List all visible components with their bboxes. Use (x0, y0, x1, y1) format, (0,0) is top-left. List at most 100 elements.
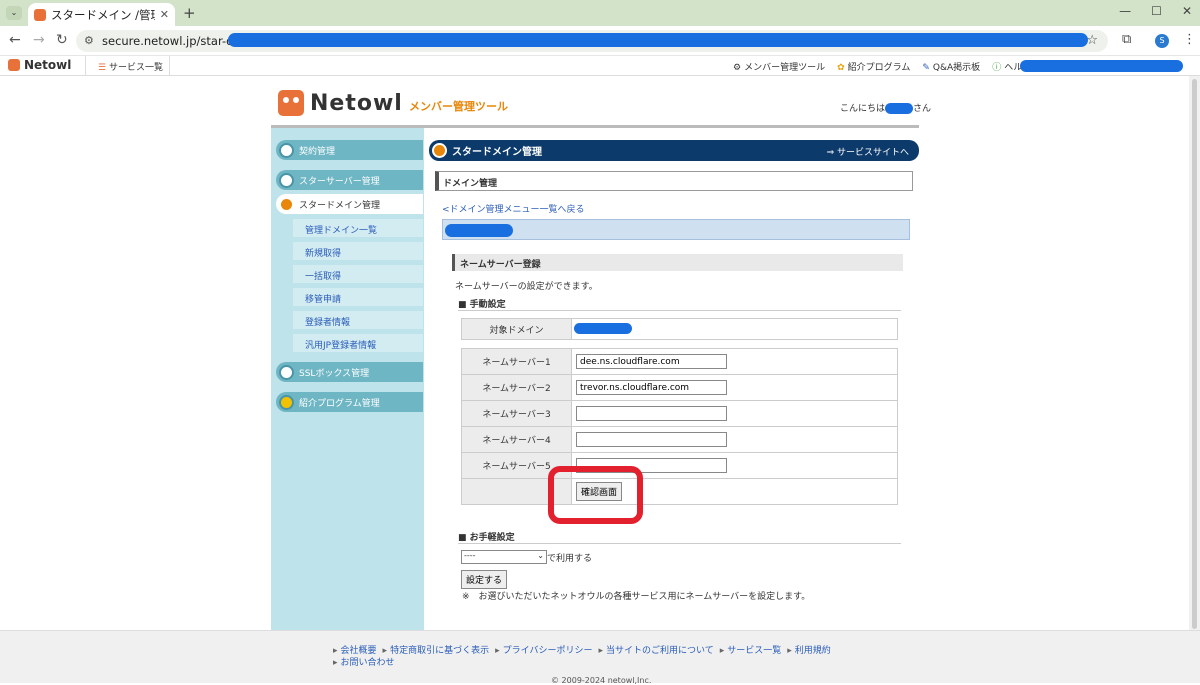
page-title-bar: スタードメイン管理 ⇒ サービスサイトへ (429, 140, 919, 161)
target-domain-label: 対象ドメイン (461, 318, 572, 340)
ssl-icon (279, 364, 294, 380)
service-site-link[interactable]: ⇒ サービスサイトへ (827, 145, 909, 158)
sidebar-sub-new[interactable]: 新規取得 (293, 242, 423, 260)
ns4-label: ネームサーバー4 (461, 426, 572, 453)
nameserver-preset-select[interactable]: ---- ⌄ (461, 550, 547, 564)
forward-arrow-icon[interactable]: → (33, 32, 45, 48)
ns1-label: ネームサーバー1 (461, 348, 572, 375)
minimize-icon[interactable]: — (1119, 4, 1131, 18)
back-arrow-icon[interactable]: ← (9, 32, 21, 48)
target-domain-value (571, 318, 898, 340)
nameserver-description: ネームサーバーの設定ができます。 (455, 282, 598, 292)
nameserver-heading: ネームサーバー登録 (452, 254, 903, 271)
bookmark-star-icon[interactable]: ☆ (1086, 33, 1098, 48)
topnav-links: ⚙ メンバー管理ツール ✿ 紹介プログラム ✎ Q&A掲示板 ⓘ ヘルプ (733, 60, 1031, 73)
tab-list-chevron-icon[interactable]: ⌄ (6, 6, 22, 20)
window-controls: — ☐ ✕ (1119, 4, 1192, 18)
tab-title: スタードメイン /管理ツ (51, 7, 155, 22)
owl-logo-icon (8, 59, 20, 71)
pencil-icon: ✎ (922, 63, 930, 73)
domain-name-band (442, 219, 910, 240)
site-info-icon[interactable]: ⚙ (84, 34, 94, 47)
select-value: ---- (464, 551, 476, 560)
contract-icon (279, 142, 294, 158)
sidebar-sub-registrant[interactable]: 登録者情報 (293, 311, 423, 329)
copyright: © 2009-2024 netowl,Inc. (551, 676, 652, 685)
divider (458, 543, 901, 544)
sidebar-sub-domain-list[interactable]: 管理ドメイン一覧 (293, 219, 423, 237)
apply-setting-button[interactable]: 設定する (461, 570, 508, 589)
redaction-mark (1020, 60, 1183, 72)
logo-text: Netowl (310, 90, 403, 116)
referral-link[interactable]: ✿ 紹介プログラム (837, 60, 910, 73)
divider (458, 310, 901, 311)
topnav-logo[interactable]: Netowl (8, 58, 71, 72)
sidebar-sub-jp-registrant[interactable]: 汎用JP登録者情報 (293, 334, 423, 352)
ns1-input[interactable] (576, 354, 727, 369)
menu-kebab-icon[interactable]: ⋮ (1183, 32, 1196, 47)
netowl-header-logo[interactable]: Netowl (278, 90, 403, 116)
redaction-mark (574, 323, 632, 334)
info-icon: ⓘ (992, 63, 1002, 73)
footer-link-terms[interactable]: 利用規約 (787, 645, 831, 657)
greeting-prefix: こんにちは (840, 104, 886, 114)
easy-settings-heading: ■ お手軽設定 (458, 533, 515, 543)
maximize-icon[interactable]: ☐ (1151, 4, 1162, 18)
close-window-icon[interactable]: ✕ (1182, 4, 1192, 18)
site-top-nav: Netowl ☰ サービス一覧 ⚙ メンバー管理ツール ✿ 紹介プログラム ✎ Q&A… (0, 56, 1200, 76)
domain-icon (279, 196, 294, 212)
settings-note: ※ お選びいただいたネットオウルの各種サービス用にネームサーバーを設定します。 (462, 592, 811, 602)
list-icon: ☰ (98, 63, 109, 73)
services-menu[interactable]: ☰ サービス一覧 (85, 56, 170, 75)
footer: 会社概要 特定商取引に基づく表示 プライバシーポリシー 当サイトのご利用について… (0, 630, 1200, 685)
ns4-input[interactable] (576, 432, 727, 447)
topnav-logo-text: Netowl (24, 58, 72, 72)
member-tool-title: メンバー管理ツール (409, 100, 508, 113)
greeting: こんにちは さん (840, 101, 931, 114)
sidebar: 契約管理 スターサーバー管理 スタードメイン管理 管理ドメイン一覧 新規取得 一… (271, 128, 424, 630)
reload-icon[interactable]: ↻ (56, 32, 68, 48)
qa-label: Q&A掲示板 (932, 63, 981, 73)
sidebar-item-label: スタードメイン管理 (299, 200, 381, 211)
redaction-mark (228, 33, 1088, 47)
referral-icon: ✿ (837, 63, 845, 73)
services-label: サービス一覧 (108, 63, 163, 73)
footer-link-services[interactable]: サービス一覧 (720, 645, 781, 657)
qa-link[interactable]: ✎ Q&A掲示板 (922, 60, 980, 73)
nameserver-table: ネームサーバー1 ネームサーバー2 ネームサーバー3 ネームサーバー4 ネームサ… (461, 348, 898, 505)
sidebar-item-label: スターサーバー管理 (299, 176, 380, 187)
sidebar-item-contract[interactable]: 契約管理 (276, 140, 423, 160)
server-icon (279, 172, 294, 188)
sidebar-sub-transfer[interactable]: 移管申請 (293, 288, 423, 306)
footer-link-contact[interactable]: お問い合わせ (333, 657, 395, 669)
gear-icon: ⚙ (733, 63, 742, 73)
footer-link-privacy[interactable]: プライバシーポリシー (495, 645, 593, 657)
page-title: スタードメイン管理 (452, 147, 542, 158)
profile-avatar[interactable]: S (1155, 34, 1169, 48)
footer-links: 会社概要 特定商取引に基づく表示 プライバシーポリシー 当サイトのご利用について… (333, 645, 873, 669)
sidebar-item-label: 契約管理 (299, 146, 336, 157)
address-bar-row: ← → ↻ ⚙ secure.netowl.jp/star-domain/ ☆ (0, 26, 1200, 56)
back-to-menu-link[interactable]: <ドメイン管理メニュー一覧へ戻る (442, 202, 585, 215)
footer-link-company[interactable]: 会社概要 (333, 645, 377, 657)
redaction-mark (445, 224, 513, 237)
sidebar-item-star-server[interactable]: スターサーバー管理 (276, 170, 423, 190)
scrollbar-thumb[interactable] (1192, 79, 1197, 629)
sidebar-item-ssl[interactable]: SSLボックス管理 (276, 362, 423, 382)
member-tool-link[interactable]: ⚙ メンバー管理ツール (733, 60, 825, 73)
sidebar-sub-bulk[interactable]: 一括取得 (293, 265, 423, 283)
footer-link-commerce[interactable]: 特定商取引に基づく表示 (383, 645, 489, 657)
browser-tab-bar: ⌄ スタードメイン /管理ツ ✕ + — ☐ ✕ (0, 0, 1200, 26)
sidebar-item-star-domain[interactable]: スタードメイン管理 (276, 194, 423, 214)
close-icon[interactable]: ✕ (160, 8, 169, 21)
new-tab-icon[interactable]: + (183, 4, 196, 22)
browser-tab[interactable]: スタードメイン /管理ツ ✕ (28, 3, 175, 26)
footer-link-usage[interactable]: 当サイトのご利用について (598, 645, 714, 657)
ns3-input[interactable] (576, 406, 727, 421)
manual-settings-heading: ■ 手動設定 (458, 300, 506, 310)
extensions-icon[interactable]: ⧉ (1122, 32, 1131, 47)
section-heading: ドメイン管理 (435, 171, 913, 191)
sidebar-item-referral[interactable]: 紹介プログラム管理 (276, 392, 423, 412)
chevron-down-icon: ⌄ (537, 551, 544, 560)
ns2-input[interactable] (576, 380, 727, 395)
